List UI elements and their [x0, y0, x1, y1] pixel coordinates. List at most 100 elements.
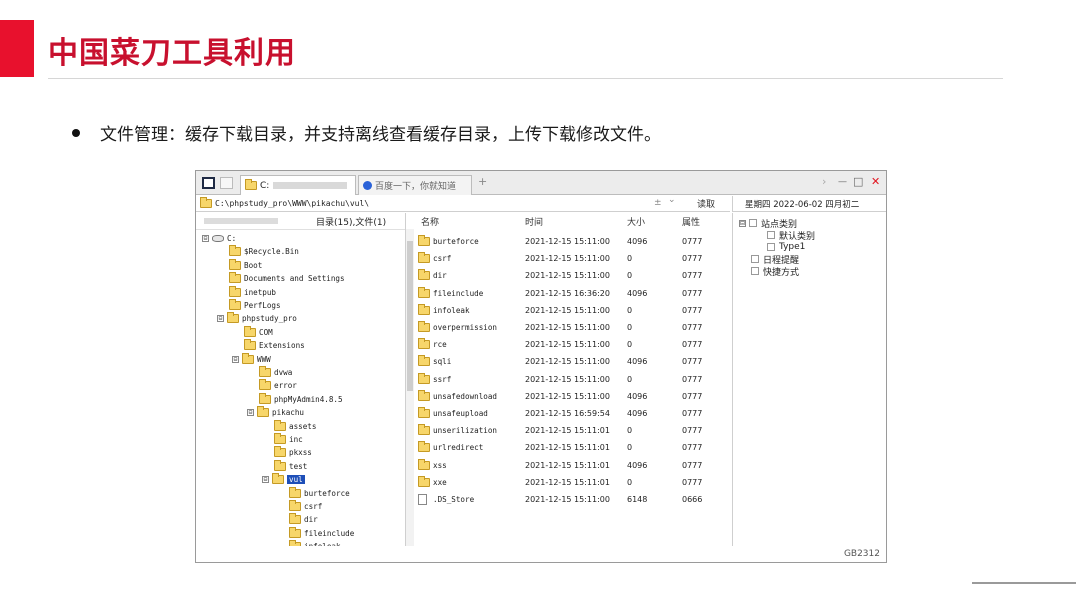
- file-row[interactable]: rce 2021-12-15 15:11:00 0 0777: [415, 336, 730, 353]
- tree-node[interactable]: test: [274, 459, 307, 473]
- file-list-header: 名称 时间 大小 属性: [415, 213, 730, 230]
- file-row[interactable]: urlredirect 2021-12-15 15:11:01 0 0777: [415, 439, 730, 456]
- new-tab-button[interactable]: +: [478, 175, 487, 188]
- folder-icon: [274, 433, 286, 444]
- tree-node-label: Boot: [244, 260, 263, 270]
- tree-node[interactable]: Boot: [229, 258, 263, 272]
- tree-node-label: inc: [289, 435, 303, 444]
- tree-node[interactable]: ⊟ phpstudy_pro: [217, 312, 297, 325]
- page-icon[interactable]: [220, 177, 233, 189]
- tree-node[interactable]: Documents and Settings: [229, 272, 345, 285]
- drive-icon: [212, 235, 224, 242]
- tree-node[interactable]: inetpub: [229, 285, 276, 299]
- close-button[interactable]: ✕: [871, 175, 880, 188]
- collapse-icon[interactable]: ⊟: [247, 409, 254, 417]
- folder-icon: [274, 419, 286, 431]
- file-name: unsafeupload: [433, 409, 488, 418]
- file-size: 0: [627, 305, 633, 315]
- file-attr: 0777: [682, 237, 703, 246]
- column-time[interactable]: 时间: [525, 215, 543, 228]
- tree-node[interactable]: dir: [289, 513, 318, 526]
- address-bar[interactable]: C:\phpstudy_pro\WWW\pikachu\vul\: [196, 196, 730, 212]
- collapse-icon[interactable]: ⊟: [217, 315, 224, 323]
- tree-node[interactable]: ⊟ WWW: [232, 352, 271, 366]
- tree-node[interactable]: burteforce: [289, 486, 350, 500]
- maximize-button[interactable]: □: [853, 175, 863, 188]
- tab-baidu[interactable]: 百度一下，你就知道: [358, 175, 472, 195]
- redacted-text: [273, 182, 348, 189]
- column-attr[interactable]: 属性: [682, 215, 700, 228]
- collapse-icon[interactable]: ⊟: [202, 235, 209, 242]
- file-time: 2021-12-15 15:11:00: [525, 305, 610, 315]
- tree-node-label: Extensions: [259, 341, 305, 351]
- tree-node[interactable]: fileinclude: [289, 526, 354, 540]
- file-size: 4096: [627, 237, 648, 246]
- file-row[interactable]: overpermission 2021-12-15 15:11:00 0 0777: [415, 319, 730, 336]
- folder-icon: [418, 372, 430, 384]
- file-row[interactable]: xss 2021-12-15 15:11:01 4096 0777: [415, 457, 730, 474]
- side-tree-node[interactable]: 快捷方式: [751, 265, 799, 278]
- file-row[interactable]: unsafedownload 2021-12-15 15:11:00 4096 077…: [415, 388, 730, 405]
- file-attr: 0777: [682, 271, 703, 281]
- tree-node[interactable]: assets: [274, 419, 316, 433]
- tree-scrollbar[interactable]: [406, 229, 414, 546]
- column-name[interactable]: 名称: [421, 215, 439, 228]
- file-name: unsafedownload: [433, 391, 498, 401]
- file-row[interactable]: sqli 2021-12-15 15:11:00 4096 0777: [415, 353, 730, 370]
- tree-node[interactable]: phpMyAdmin4.8.5: [259, 392, 343, 406]
- address-input[interactable]: C:\phpstudy_pro\WWW\pikachu\vul\: [215, 199, 369, 208]
- file-row[interactable]: unserilization 2021-12-15 15:11:01 0 0777: [415, 422, 730, 439]
- title-divider: [48, 78, 1003, 79]
- file-name: infoleak: [433, 305, 470, 315]
- file-name: fileinclude: [433, 288, 484, 298]
- collapse-icon[interactable]: ⊟: [739, 219, 746, 227]
- side-tree-node[interactable]: 默认类别: [767, 229, 815, 242]
- file-row[interactable]: burteforce 2021-12-15 15:11:00 4096 0777: [415, 233, 730, 250]
- file-name: sqli: [433, 357, 452, 367]
- slide-title: 中国菜刀工具利用: [48, 36, 296, 71]
- scroll-thumb[interactable]: [407, 241, 413, 391]
- tree-node[interactable]: PerfLogs: [229, 299, 281, 312]
- tree-node[interactable]: $Recycle.Bin: [229, 245, 299, 258]
- tree-node[interactable]: ⊟ vul: [262, 473, 305, 486]
- file-row[interactable]: csrf 2021-12-15 15:11:00 0 0777: [415, 250, 730, 267]
- read-button[interactable]: 读取: [686, 196, 726, 211]
- tree-node[interactable]: csrf: [289, 500, 322, 513]
- tab-drive-c[interactable]: C:: [240, 175, 356, 195]
- tree-node-label: dir: [304, 515, 318, 525]
- tree-node[interactable]: infoleak: [289, 540, 341, 546]
- tree-node[interactable]: inc: [274, 433, 303, 446]
- file-time: 2021-12-15 16:59:54: [525, 409, 610, 418]
- tree-node-label: phpstudy_pro: [242, 314, 297, 324]
- collapse-icon[interactable]: ⊟: [232, 355, 239, 363]
- column-size[interactable]: 大小: [627, 215, 645, 228]
- tree-node[interactable]: pkxss: [274, 446, 312, 459]
- file-row[interactable]: fileinclude 2021-12-15 16:36:20 4096 0777: [415, 285, 730, 302]
- file-name: unserilization: [433, 426, 498, 436]
- encoding-status: GB2312: [843, 549, 880, 559]
- file-row[interactable]: ssrf 2021-12-15 15:11:00 0 0777: [415, 371, 730, 388]
- folder-icon: [227, 312, 239, 324]
- dropdown-icon[interactable]: ⌄: [668, 195, 676, 205]
- tree-node[interactable]: ⊟ C:: [202, 232, 236, 245]
- collapse-icon[interactable]: ⊟: [262, 476, 269, 484]
- folder-icon: [418, 269, 430, 281]
- forward-icon[interactable]: ›: [822, 175, 826, 188]
- file-row[interactable]: dir 2021-12-15 15:11:00 0 0777: [415, 267, 730, 284]
- minimize-button[interactable]: —: [838, 177, 847, 187]
- file-name: ssrf: [433, 374, 452, 384]
- side-tree-node[interactable]: 日程提醒: [751, 253, 799, 266]
- file-row[interactable]: infoleak 2021-12-15 15:11:00 0 0777: [415, 302, 730, 319]
- tree-node[interactable]: error: [259, 379, 297, 392]
- tree-node[interactable]: COM: [244, 325, 273, 339]
- address-extra-icon[interactable]: ±: [654, 198, 662, 208]
- side-tree-node[interactable]: ⊟ 站点类别: [739, 217, 797, 230]
- file-row[interactable]: xxe 2021-12-15 15:11:01 0 0777: [415, 474, 730, 491]
- tree-node[interactable]: ⊟ pikachu: [247, 406, 304, 419]
- file-row[interactable]: unsafeupload 2021-12-15 16:59:54 4096 0777: [415, 405, 730, 422]
- tree-node[interactable]: dvwa: [259, 366, 292, 379]
- side-tree-node[interactable]: Type1: [767, 241, 805, 253]
- tree-node[interactable]: Extensions: [244, 339, 305, 352]
- folder-icon: [418, 475, 430, 487]
- file-row[interactable]: .DS_Store 2021-12-15 15:11:00 6148 0666: [415, 491, 730, 508]
